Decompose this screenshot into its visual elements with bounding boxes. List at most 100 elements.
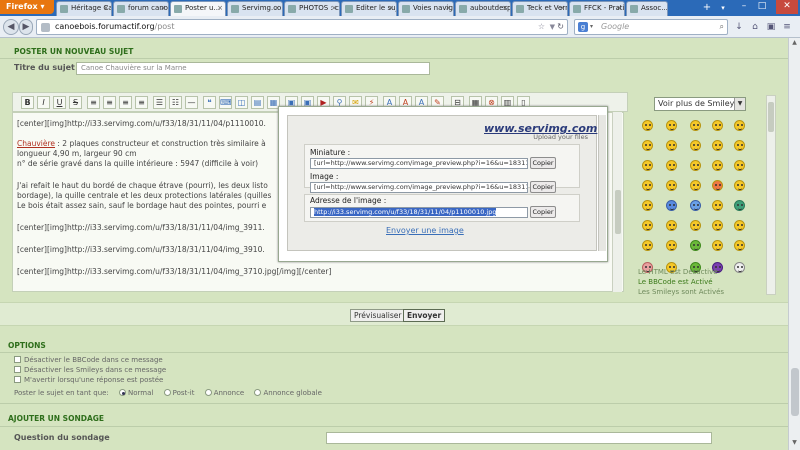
tab-voies[interactable]: Voies navig...× <box>398 1 454 16</box>
smiley-icon[interactable] <box>642 180 653 191</box>
tab-auboutdesp[interactable]: auboutdesp...× <box>455 1 511 16</box>
subject-input[interactable]: Canoe Chauvière sur la Marne <box>76 62 430 75</box>
smiley-icon[interactable] <box>712 240 723 251</box>
minimize-icon[interactable]: – <box>736 0 752 14</box>
page-scroll-thumb[interactable] <box>791 368 799 416</box>
smiley-icon[interactable] <box>642 200 653 211</box>
tab-close-icon[interactable]: × <box>331 2 337 15</box>
bookmark-star-icon[interactable]: ☆ <box>538 20 545 34</box>
smiley-icon[interactable] <box>666 180 677 191</box>
downloads-icon[interactable]: ↓ <box>732 20 746 34</box>
firefox-menu-button[interactable]: Firefox ▾ <box>0 0 54 14</box>
smiley-icon[interactable] <box>690 120 701 131</box>
tab-list-icon[interactable]: ▾ <box>716 1 730 15</box>
editor-scroll-thumb[interactable] <box>615 190 621 234</box>
smiley-icon[interactable] <box>690 200 701 211</box>
menu-icon[interactable]: ≡ <box>780 20 794 34</box>
code-icon[interactable]: ⌨ <box>219 96 232 109</box>
italic-button[interactable]: I <box>37 96 50 109</box>
smiley-icon[interactable] <box>690 220 701 231</box>
poll-question-input[interactable] <box>326 432 712 444</box>
smiley-icon[interactable] <box>690 240 701 251</box>
smiley-icon[interactable] <box>642 160 653 171</box>
smiley-icon[interactable] <box>734 200 745 211</box>
smileys-scrollbar[interactable] <box>766 95 776 295</box>
checkbox[interactable] <box>14 356 21 363</box>
new-tab-icon[interactable]: + <box>700 1 714 15</box>
page-scrollbar[interactable]: ▲ ▼ <box>788 38 800 450</box>
tab-close-icon[interactable]: × <box>502 2 508 15</box>
align-right-icon[interactable]: ≡ <box>119 96 132 109</box>
smiley-icon[interactable] <box>734 220 745 231</box>
smiley-icon[interactable] <box>734 262 745 273</box>
tab-close-icon[interactable]: × <box>445 2 451 15</box>
url-history-icon[interactable]: ▼ <box>550 20 555 34</box>
forward-icon[interactable]: ▶ <box>19 19 33 35</box>
search-engine-icon[interactable]: g <box>578 22 588 32</box>
smiley-icon[interactable] <box>712 160 723 171</box>
editor-scrollbar[interactable] <box>612 112 622 292</box>
smiley-icon[interactable] <box>734 180 745 191</box>
upload-image-link[interactable]: Envoyer une image <box>386 226 464 235</box>
smiley-icon[interactable] <box>734 140 745 151</box>
option-disable-smileys[interactable]: Désactiver les Smileys dans ce message <box>14 366 166 374</box>
align-justify-icon[interactable]: ≡ <box>135 96 148 109</box>
smiley-icon[interactable] <box>690 180 701 191</box>
tab-ffck[interactable]: FFCK - Prati...× <box>569 1 625 16</box>
close-window-icon[interactable]: ✕ <box>776 0 798 14</box>
smiley-icon[interactable] <box>734 240 745 251</box>
tab-editer[interactable]: Editer le sujet× <box>341 1 397 16</box>
tab-assoc[interactable]: Assoc... <box>626 1 668 16</box>
radio-annonce-globale[interactable] <box>254 389 262 396</box>
scroll-up-icon[interactable]: ▲ <box>789 39 800 49</box>
checkbox[interactable] <box>14 366 21 373</box>
addon-icon[interactable]: ▣ <box>764 20 778 34</box>
checkbox[interactable] <box>14 376 21 383</box>
smiley-icon[interactable] <box>666 120 677 131</box>
bullet-list-icon[interactable]: ☰ <box>153 96 166 109</box>
quote-icon[interactable]: ❝ <box>203 96 216 109</box>
tab-servimg[interactable]: Servimg.co...× <box>227 1 283 16</box>
smiley-icon[interactable] <box>642 120 653 131</box>
maximize-icon[interactable]: □ <box>754 0 770 14</box>
smiley-icon[interactable] <box>666 220 677 231</box>
smiley-icon[interactable] <box>690 160 701 171</box>
copy-image-button[interactable]: Copier <box>530 181 556 193</box>
option-disable-bbcode[interactable]: Désactiver le BBCode dans ce message <box>14 356 163 364</box>
smiley-icon[interactable] <box>712 200 723 211</box>
numbered-list-icon[interactable]: ☷ <box>169 96 182 109</box>
copy-address-button[interactable]: Copier <box>530 206 556 218</box>
smiley-icon[interactable] <box>642 220 653 231</box>
copy-thumbnail-button[interactable]: Copier <box>530 157 556 169</box>
tab-close-icon[interactable]: × <box>103 2 109 15</box>
tab-photos[interactable]: PHOTOS : c...× <box>284 1 340 16</box>
scroll-down-icon[interactable]: ▼ <box>789 439 800 449</box>
tab-teck[interactable]: Teck et Vernis× <box>512 1 568 16</box>
url-bar[interactable]: canoebois.forumactif.org/post ☆ ▼ ↻ <box>36 19 568 35</box>
smiley-icon[interactable] <box>734 160 745 171</box>
popup-scrollbar[interactable] <box>598 115 606 251</box>
hide-icon[interactable]: ▤ <box>251 96 264 109</box>
tab-close-icon[interactable]: × <box>559 2 565 15</box>
underline-button[interactable]: U <box>53 96 66 109</box>
servimg-logo[interactable]: www.servimg.com Upload your files <box>484 122 597 144</box>
smiley-icon[interactable] <box>712 140 723 151</box>
reload-icon[interactable]: ↻ <box>557 20 564 34</box>
smiley-icon[interactable] <box>642 240 653 251</box>
smiley-icon[interactable] <box>712 180 723 191</box>
strike-button[interactable]: S <box>69 96 82 109</box>
home-icon[interactable]: ⌂ <box>748 20 762 34</box>
search-icon[interactable]: ⌕ <box>720 20 724 34</box>
send-button[interactable]: Envoyer <box>403 309 446 322</box>
bold-button[interactable]: B <box>21 96 34 109</box>
site-identity-icon[interactable] <box>41 23 50 32</box>
smiley-icon[interactable] <box>690 140 701 151</box>
smiley-icon[interactable] <box>734 120 745 131</box>
tab-close-icon[interactable]: × <box>388 2 394 15</box>
tab-poster[interactable]: Poster u... × <box>170 1 226 16</box>
tab-forum-canoe[interactable]: forum cano...× <box>113 1 169 16</box>
spoiler-icon[interactable]: ◫ <box>235 96 248 109</box>
tab-close-icon[interactable]: × <box>274 2 280 15</box>
radio-postit[interactable] <box>163 389 171 396</box>
smiley-icon[interactable] <box>666 240 677 251</box>
